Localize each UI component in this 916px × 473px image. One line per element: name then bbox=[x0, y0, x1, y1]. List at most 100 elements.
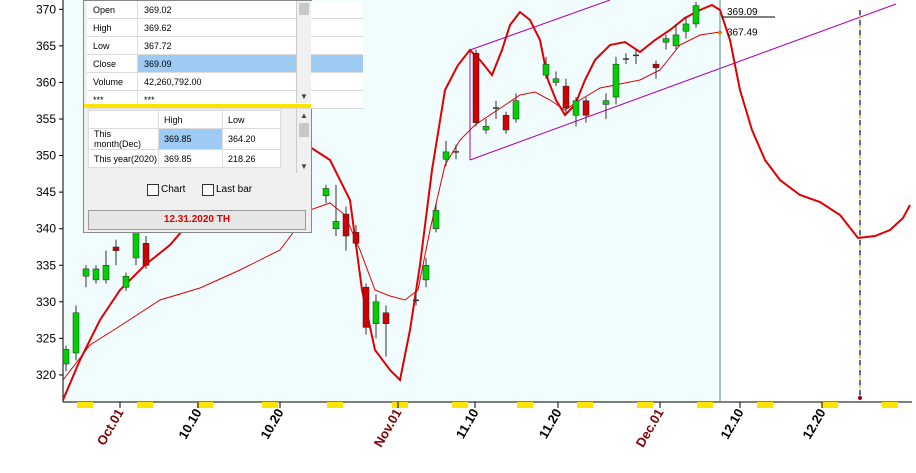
y-tick-label: 345 bbox=[36, 185, 56, 199]
quote-value: 369.02 bbox=[137, 1, 363, 19]
last-bar-checkbox[interactable] bbox=[202, 184, 214, 196]
candle-body bbox=[542, 63, 550, 76]
candle-body bbox=[472, 52, 480, 123]
scroll-down-icon[interactable]: ▼ bbox=[297, 92, 311, 101]
range-scrollbar[interactable]: ▲ ▼ bbox=[296, 109, 311, 173]
ma-value-marker bbox=[718, 30, 722, 35]
close-price-label: 369.09 bbox=[727, 7, 758, 18]
date-bar-mark bbox=[637, 402, 653, 408]
x-tick-label: 12.20 bbox=[799, 406, 828, 442]
candle-body bbox=[602, 100, 610, 105]
x-tick-label: 11.10 bbox=[453, 406, 482, 441]
candle-body bbox=[342, 213, 350, 237]
candle-body bbox=[672, 34, 680, 47]
y-tick-label: 370 bbox=[36, 2, 56, 16]
candle-body bbox=[62, 349, 70, 365]
quote-row[interactable]: Close 369.09 bbox=[87, 54, 363, 73]
range-high: 369.85 bbox=[158, 149, 223, 168]
candle-body bbox=[552, 78, 560, 83]
quote-row[interactable]: High 369.62 bbox=[87, 18, 363, 37]
date-bar-mark bbox=[327, 402, 343, 408]
quote-value: 369.09 bbox=[137, 54, 363, 73]
range-high: 369.85 bbox=[158, 128, 223, 150]
candle-body bbox=[442, 151, 450, 160]
x-tick-label: 12.10 bbox=[717, 406, 746, 442]
quote-value: 369.62 bbox=[137, 18, 363, 37]
date-bar-mark bbox=[517, 402, 533, 408]
y-tick-label: 320 bbox=[36, 368, 56, 382]
x-tick-label: Dec.01 bbox=[633, 406, 667, 450]
candle-body bbox=[502, 115, 510, 131]
range-row[interactable]: This month(Dec) 369.85 364.20 bbox=[88, 128, 281, 150]
quote-row[interactable]: Open 369.02 bbox=[87, 1, 363, 19]
quote-label: Volume bbox=[87, 72, 138, 91]
options-row: Chart Last bar bbox=[84, 179, 311, 201]
date-bar-mark bbox=[822, 402, 838, 408]
quote-scrollbar[interactable]: ▼ bbox=[296, 1, 311, 103]
range-row[interactable]: This year(2020) 369.85 218.26 bbox=[88, 149, 281, 168]
candle-body bbox=[382, 312, 390, 325]
date-bar-mark bbox=[392, 402, 408, 408]
y-tick-label: 360 bbox=[36, 75, 56, 89]
y-tick-label: 335 bbox=[36, 258, 56, 272]
last-bar-checkbox-label: Last bar bbox=[216, 184, 253, 195]
scroll-down-icon[interactable]: ▼ bbox=[297, 162, 311, 171]
candle-body bbox=[352, 232, 360, 244]
candle-body bbox=[72, 312, 80, 354]
quote-label: High bbox=[87, 18, 138, 37]
x-tick-label: Nov.01 bbox=[371, 406, 405, 450]
candle-body bbox=[562, 85, 570, 109]
candle-body bbox=[582, 100, 590, 116]
quote-label: Low bbox=[87, 36, 138, 55]
date-bar-mark bbox=[197, 402, 213, 408]
candle-body bbox=[112, 246, 120, 251]
date-bar-mark bbox=[882, 402, 898, 408]
y-tick-label: 355 bbox=[36, 112, 56, 126]
scroll-up-icon[interactable]: ▲ bbox=[297, 111, 311, 120]
candle-body bbox=[332, 221, 340, 229]
quote-row[interactable]: Volume 42,260,792.00 bbox=[87, 72, 363, 91]
x-tick-label: 10.10 bbox=[175, 406, 204, 442]
candle-body bbox=[432, 210, 440, 229]
scroll-thumb[interactable] bbox=[299, 123, 309, 137]
scroll-thumb[interactable] bbox=[299, 3, 309, 15]
chart-checkbox-label: Chart bbox=[161, 184, 186, 195]
candle-body bbox=[122, 275, 130, 288]
ma-value-label: 367.49 bbox=[727, 28, 758, 39]
date-label: 12.31.2020 TH bbox=[88, 210, 306, 230]
splitter-bar[interactable] bbox=[84, 104, 311, 108]
date-bar-mark bbox=[757, 402, 773, 408]
range-label: This month(Dec) bbox=[88, 128, 159, 150]
y-tick-label: 325 bbox=[36, 331, 56, 345]
range-low: 218.26 bbox=[222, 149, 281, 168]
date-bar-mark bbox=[452, 402, 468, 408]
quote-value: 42,260,792.00 bbox=[137, 72, 363, 91]
chart-checkbox[interactable] bbox=[147, 184, 159, 196]
y-tick-label: 340 bbox=[36, 222, 56, 236]
y-tick-label: 350 bbox=[36, 149, 56, 163]
candle-body bbox=[662, 38, 670, 43]
quote-panel: Open 369.02 High 369.62 Low 367.72 Close… bbox=[83, 0, 363, 233]
candle-body bbox=[372, 301, 380, 325]
candle-body bbox=[482, 126, 490, 131]
date-bar-mark bbox=[77, 402, 93, 408]
range-header-high: High bbox=[158, 110, 223, 129]
x-tick-label: 10.20 bbox=[257, 406, 286, 442]
quote-row[interactable]: Low 367.72 bbox=[87, 36, 363, 55]
candle-body bbox=[572, 100, 580, 116]
candle-body bbox=[82, 268, 90, 277]
x-tick-label: Oct.01 bbox=[94, 406, 127, 448]
y-tick-label: 365 bbox=[36, 39, 56, 53]
range-label: This year(2020) bbox=[88, 149, 159, 168]
quote-label: Close bbox=[87, 54, 138, 73]
candle-body bbox=[102, 265, 110, 281]
quote-table: Open 369.02 High 369.62 Low 367.72 Close… bbox=[87, 1, 363, 109]
y-tick-label: 330 bbox=[36, 295, 56, 309]
date-bar-mark bbox=[697, 402, 713, 408]
date-bar-mark bbox=[577, 402, 593, 408]
candle-body bbox=[362, 286, 370, 328]
range-table: High Low This month(Dec) 369.85 364.20 T… bbox=[88, 110, 281, 168]
candle-body bbox=[322, 188, 330, 197]
date-bar-mark bbox=[137, 402, 153, 408]
range-header-blank bbox=[88, 110, 159, 129]
